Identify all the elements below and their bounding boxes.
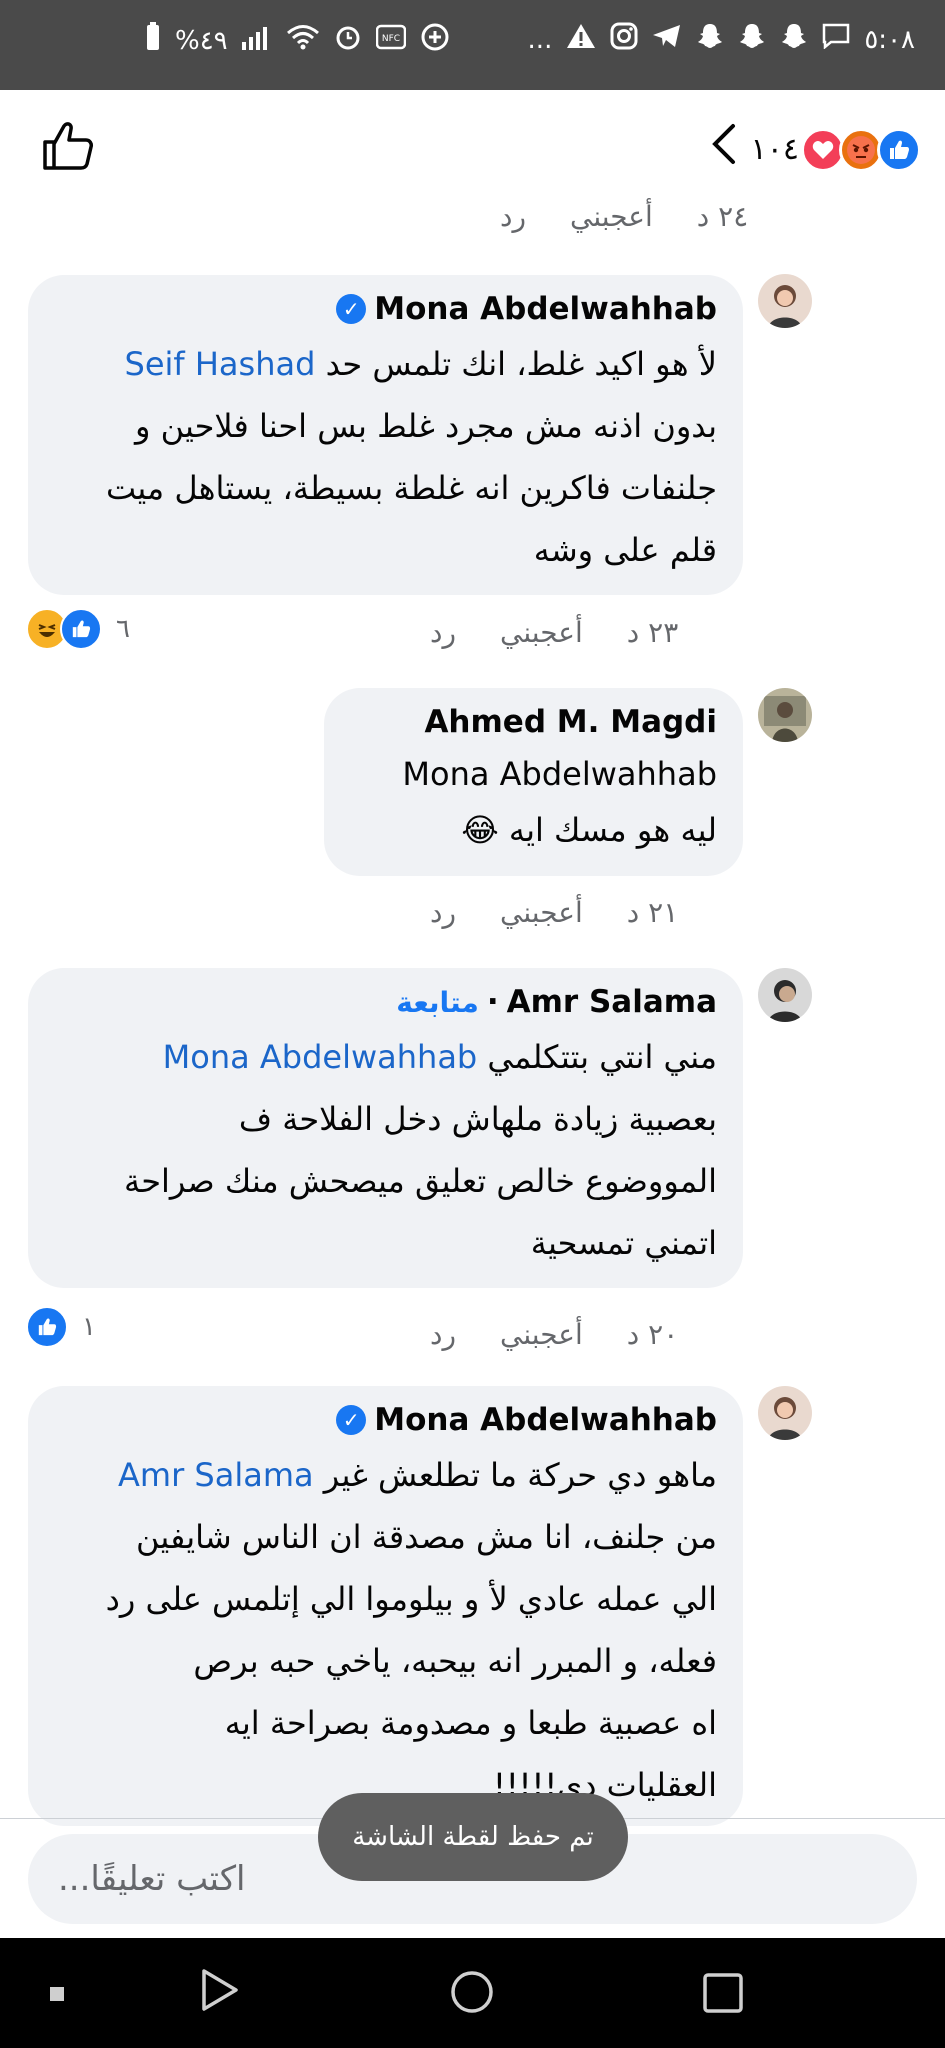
like-post-button[interactable] — [40, 118, 96, 174]
comment-bubble[interactable]: Mona Abdelwahhab ✓ ماهو دي حركة ما تطلعش… — [28, 1386, 743, 1826]
emoji: 😂 — [461, 811, 499, 849]
follow-button[interactable]: متابعة — [396, 986, 479, 1019]
comment-line: المووضوع خالص تعليق ميصحش منك صراحة — [124, 1162, 717, 1200]
comment-time: ٢٣ د — [626, 616, 679, 649]
avatar[interactable] — [758, 1386, 812, 1440]
snapchat-icon — [738, 22, 766, 57]
like-icon — [60, 608, 102, 650]
comment-time: ٢٠ د — [626, 1318, 679, 1351]
like-icon — [877, 127, 921, 172]
reply-button[interactable]: رد — [430, 896, 456, 929]
like-comment-button[interactable]: أعجبني — [500, 896, 583, 929]
comment-line: ليه هو مسك ايه — [508, 811, 717, 849]
data-saver-icon — [420, 22, 450, 59]
comment-line: الي عمله عادي لأ و بيلوموا الي إتلمس على… — [105, 1580, 717, 1618]
clock: ٥:٠٨ — [864, 24, 915, 55]
telegram-icon — [652, 23, 682, 56]
comment-line: من جلنف، انا مش مصدقة ان الناس شايفين — [136, 1518, 717, 1556]
navigation-bar — [0, 1938, 945, 2048]
comment-line: اتمني تمسحية — [530, 1224, 717, 1262]
separator-dot: · — [486, 984, 499, 1020]
reply-button[interactable]: رد — [500, 200, 526, 233]
author-name[interactable]: Mona Abdelwahhab — [374, 1402, 717, 1438]
instagram-icon — [610, 22, 638, 57]
comment-input-placeholder: اكتب تعليقًا... — [58, 1859, 246, 1899]
author-name[interactable]: Mona Abdelwahhab — [374, 291, 717, 327]
comment-text: Mona Abdelwahhab ليه هو مسك ايه 😂 — [350, 746, 717, 858]
author-name[interactable]: Amr Salama — [507, 984, 717, 1020]
like-comment-button[interactable]: أعجبني — [500, 616, 583, 649]
comment-time: ٢٤ د — [696, 200, 749, 233]
alarm-icon — [334, 23, 362, 58]
reply-button[interactable]: رد — [430, 616, 456, 649]
home-icon[interactable] — [450, 1970, 494, 2018]
comment-author: Ahmed M. Magdi — [350, 704, 717, 740]
battery-icon — [145, 22, 161, 59]
mention-link[interactable]: Seif Hashad — [125, 345, 316, 383]
comment-line: جلنفات فاكرين انه غلطة بسيطة، يستاهل ميت — [105, 469, 717, 507]
comment-text: ماهو دي حركة ما تطلعش غير Amr Salama من … — [54, 1444, 717, 1816]
comment-bubble[interactable]: Mona Abdelwahhab ✓ لأ هو اكيد غلط، انك ت… — [28, 275, 743, 595]
snapchat-icon — [696, 22, 724, 57]
reaction-count: ١ — [82, 1312, 96, 1342]
comment-actions: ٢٠ د أعجبني رد — [430, 1318, 678, 1351]
like-comment-button[interactable]: أعجبني — [570, 200, 653, 233]
comment-text: مني انتي بتتكلمي Mona Abdelwahhab بعصبية… — [54, 1026, 717, 1274]
reply-button[interactable]: رد — [430, 1318, 456, 1351]
mention-link[interactable]: Mona Abdelwahhab — [163, 1038, 478, 1076]
snapchat-icon — [780, 22, 808, 57]
screenshot-toast: تم حفظ لقطة الشاشة — [318, 1793, 628, 1881]
comment-line: لأ هو اكيد غلط، انك تلمس حد — [325, 345, 717, 383]
mention-link[interactable]: Mona Abdelwahhab — [350, 746, 717, 802]
comment-time: ٢١ د — [626, 896, 679, 929]
comment-line: ماهو دي حركة ما تطلعش غير — [323, 1456, 717, 1494]
reactions-summary[interactable]: ١٠٤ — [709, 122, 921, 177]
wifi-icon — [286, 24, 320, 57]
menu-dot-icon[interactable] — [50, 1986, 64, 2005]
comment-line: اه عصبية طبعا و مصدومة بصراحة ايه — [224, 1704, 717, 1742]
like-icon — [26, 1306, 68, 1348]
comment-author: Mona Abdelwahhab ✓ — [54, 1402, 717, 1438]
recents-icon[interactable] — [702, 1972, 744, 2018]
verified-badge-icon: ✓ — [336, 294, 367, 324]
comment-author: Amr Salama · متابعة — [54, 984, 717, 1020]
status-right-icons: ... ٥:٠٨ — [528, 22, 915, 57]
like-comment-button[interactable]: أعجبني — [500, 1318, 583, 1351]
mention-link[interactable]: Amr Salama — [118, 1456, 314, 1494]
toast-text: تم حفظ لقطة الشاشة — [352, 1822, 594, 1852]
comment-bubble[interactable]: Amr Salama · متابعة مني انتي بتتكلمي Mon… — [28, 968, 743, 1288]
nfc-icon: NFC — [375, 24, 406, 57]
warning-icon — [566, 22, 596, 57]
comment-reactions[interactable]: ٦ — [26, 608, 130, 650]
comment-line: قلم على وشه — [533, 531, 717, 569]
battery-percent: %٤٩ — [175, 25, 228, 56]
message-icon — [822, 23, 850, 56]
comment-line: بدون اذنه مش مجرد غلط بس احنا فلاحين و — [135, 407, 717, 445]
comment-line: فعله، و المبرر انه بيحبه، ياخي حبه برص — [193, 1642, 717, 1680]
comment-actions: ٢٤ د أعجبني رد — [500, 200, 748, 233]
reaction-count: ١٠٤ — [750, 132, 799, 167]
comment-actions: ٢١ د أعجبني رد — [430, 896, 678, 929]
comment-bubble[interactable]: Ahmed M. Magdi Mona Abdelwahhab ليه هو م… — [324, 688, 743, 876]
comment-author: Mona Abdelwahhab ✓ — [54, 291, 717, 327]
signal-icon — [241, 24, 272, 57]
more-notifications: ... — [527, 24, 553, 55]
verified-badge-icon: ✓ — [336, 1405, 367, 1435]
comment-line: بعصبية زيادة ملهاش دخل الفلاحة ف — [238, 1100, 717, 1138]
comment-reactions[interactable]: ١ — [26, 1306, 96, 1348]
comment-text: لأ هو اكيد غلط، انك تلمس حد Seif Hashad … — [54, 333, 717, 581]
comment-line: مني انتي بتتكلمي — [487, 1038, 717, 1076]
status-bar: %٤٩ NFC ... ٥:٠٨ — [0, 0, 945, 90]
avatar[interactable] — [758, 688, 812, 742]
avatar[interactable] — [758, 968, 812, 1022]
chevron-left-icon[interactable] — [709, 122, 737, 177]
avatar[interactable] — [758, 274, 812, 328]
author-name[interactable]: Ahmed M. Magdi — [424, 704, 717, 740]
svg-text:NFC: NFC — [382, 34, 400, 44]
thumbs-up-outline-icon — [40, 122, 96, 178]
reaction-count: ٦ — [116, 614, 130, 644]
status-left-icons: %٤٩ NFC — [145, 22, 450, 59]
comment-actions: ٢٣ د أعجبني رد — [430, 616, 678, 649]
back-icon[interactable] — [200, 1968, 240, 2016]
